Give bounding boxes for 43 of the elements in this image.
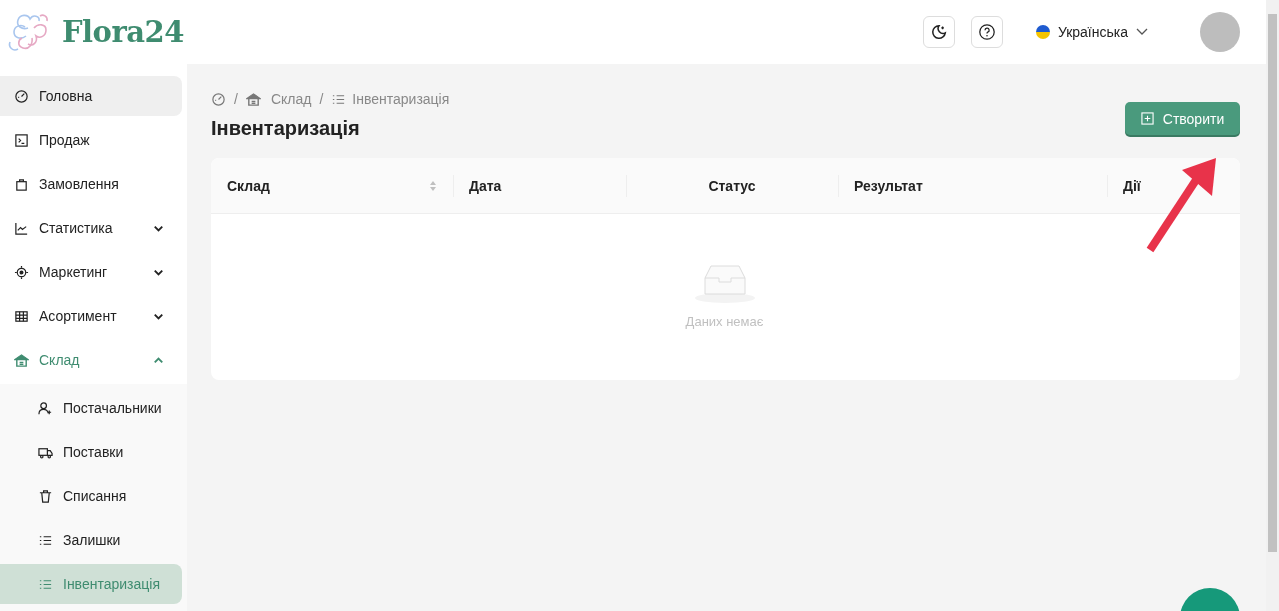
logo-text: Flora24 (62, 15, 184, 49)
sidebar-item[interactable]: Продаж (0, 120, 182, 160)
sidebar-item[interactable]: Головна (0, 76, 182, 116)
submenu-item[interactable]: Постачальники (0, 388, 182, 428)
chevron-icon (1136, 28, 1148, 36)
grid-icon (14, 308, 29, 324)
warehouse-icon (245, 91, 261, 107)
terminal-icon (14, 132, 29, 148)
sidebar-item[interactable]: Асортимент (0, 296, 182, 336)
warehouse-icon (14, 352, 29, 368)
chart-icon (14, 220, 29, 236)
bag-icon (14, 176, 29, 192)
submenu-item[interactable]: Поставки (0, 432, 182, 472)
trash-icon (38, 488, 53, 504)
column-header: Статус (708, 177, 756, 194)
sidebar-item[interactable]: Статистика (0, 208, 182, 248)
sort-icon[interactable] (429, 179, 437, 192)
empty-inbox-icon (692, 262, 757, 304)
help-button[interactable] (970, 16, 1003, 48)
moon-icon (929, 23, 948, 41)
target-icon (14, 264, 29, 280)
column-header: Дата (469, 177, 502, 194)
sidebar-item[interactable]: Маркетинг (0, 252, 182, 292)
help-icon (977, 23, 996, 41)
dashboard-icon (14, 88, 29, 104)
users-icon (38, 400, 53, 416)
avatar[interactable] (1200, 12, 1240, 52)
flag-icon (1035, 25, 1050, 39)
sidebar-item[interactable]: Замовлення (0, 164, 182, 204)
column-header: Результат (854, 177, 923, 194)
sidebar-item[interactable]: Склад (0, 340, 182, 380)
column-header: Дії (1123, 177, 1141, 194)
submenu-item[interactable]: Списання (0, 476, 182, 516)
submenu-item[interactable]: Залишки (0, 520, 182, 560)
separator: / (319, 91, 324, 107)
empty-state-text: Даних немає (685, 314, 764, 329)
dark-mode-button[interactable] (922, 16, 955, 48)
page-title: Інвентаризація (211, 117, 360, 140)
column-header: Склад (227, 177, 270, 194)
separator: / (234, 91, 238, 107)
plus-square-icon (1140, 112, 1154, 125)
dashboard-icon (211, 91, 226, 107)
language-select[interactable]: Українська (1035, 24, 1148, 40)
